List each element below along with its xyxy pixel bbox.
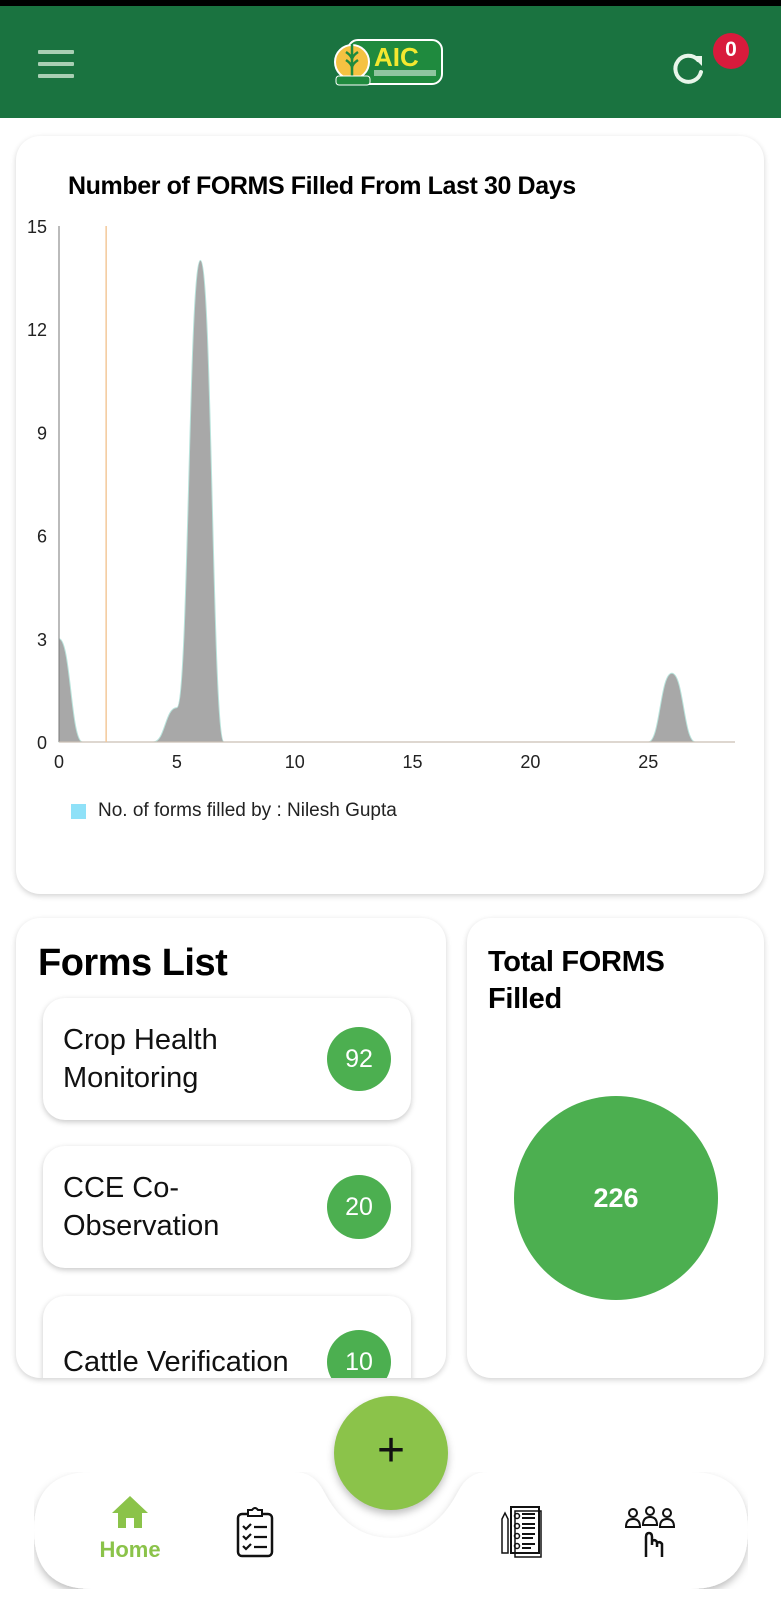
menu-icon-line [38, 50, 74, 54]
app-bar: AIC 0 [0, 6, 781, 118]
nav-tasks[interactable] [234, 1506, 278, 1558]
chart-area-series [58, 259, 719, 743]
form-item-label: Cattle Verification [63, 1346, 289, 1378]
menu-icon-line [38, 74, 74, 78]
aic-logo: AIC [334, 39, 443, 86]
nav-team[interactable] [624, 1505, 676, 1559]
menu-icon-line [38, 62, 74, 66]
home-icon [112, 1496, 148, 1528]
sync-count-badge: 0 [713, 33, 749, 69]
form-item-crop-health[interactable]: Crop Health Monitoring 92 [43, 998, 411, 1120]
total-forms-title: Total FORMS Filled [488, 946, 665, 1015]
chart-legend[interactable]: No. of forms filled by : Nilesh Gupta [71, 800, 397, 822]
legend-label: No. of forms filled by : Nilesh Gupta [98, 800, 397, 821]
sync-button[interactable] [668, 48, 708, 88]
x-tick-label: 10 [285, 752, 305, 772]
x-tick-label: 20 [520, 752, 540, 772]
form-item-cattle-verification[interactable]: Cattle Verification 10 [43, 1296, 411, 1378]
plus-icon: + [376, 1424, 406, 1477]
form-item-label: Crop Health Monitoring [63, 1024, 218, 1094]
y-tick-label: 12 [27, 320, 47, 340]
forms-chart-card: Number of FORMS Filled From Last 30 Days… [16, 136, 764, 894]
form-item-cce-co-observation[interactable]: CCE Co-Observation 20 [43, 1146, 411, 1268]
refresh-icon [673, 53, 703, 84]
total-forms-value: 226 [514, 1096, 718, 1300]
nav-home[interactable]: Home [94, 1494, 166, 1563]
forms-area-chart: 0 3 6 9 12 15 0 5 10 15 20 25 [27, 217, 735, 772]
legend-swatch [71, 803, 86, 819]
add-form-button[interactable]: + [334, 1396, 448, 1510]
x-tick-label: 5 [172, 752, 182, 772]
total-forms-card: Total FORMS Filled 226 [467, 918, 764, 1378]
x-tick-label: 15 [403, 752, 423, 772]
y-tick-label: 3 [37, 630, 47, 650]
clipboard-checklist-icon [236, 1507, 274, 1558]
document-list-icon [501, 1506, 542, 1558]
menu-button[interactable] [36, 50, 76, 80]
nav-home-label: Home [99, 1537, 161, 1562]
form-item-count: 10 [327, 1330, 391, 1378]
form-item-count: 92 [327, 1027, 391, 1091]
logo-text: AIC [374, 42, 419, 72]
y-tick-label: 9 [37, 423, 47, 443]
y-tick-label: 15 [27, 217, 47, 237]
forms-list-card: Forms List Crop Health Monitoring 92 CCE… [16, 918, 446, 1378]
forms-list-title: Forms List [38, 942, 228, 984]
x-tick-label: 0 [54, 752, 64, 772]
team-select-icon [624, 1506, 676, 1557]
y-tick-label: 6 [37, 527, 47, 547]
y-tick-label: 0 [37, 733, 47, 753]
x-tick-label: 25 [638, 752, 658, 772]
nav-form-records[interactable] [499, 1505, 545, 1559]
form-item-count: 20 [327, 1175, 391, 1239]
form-item-label: CCE Co-Observation [63, 1172, 220, 1242]
